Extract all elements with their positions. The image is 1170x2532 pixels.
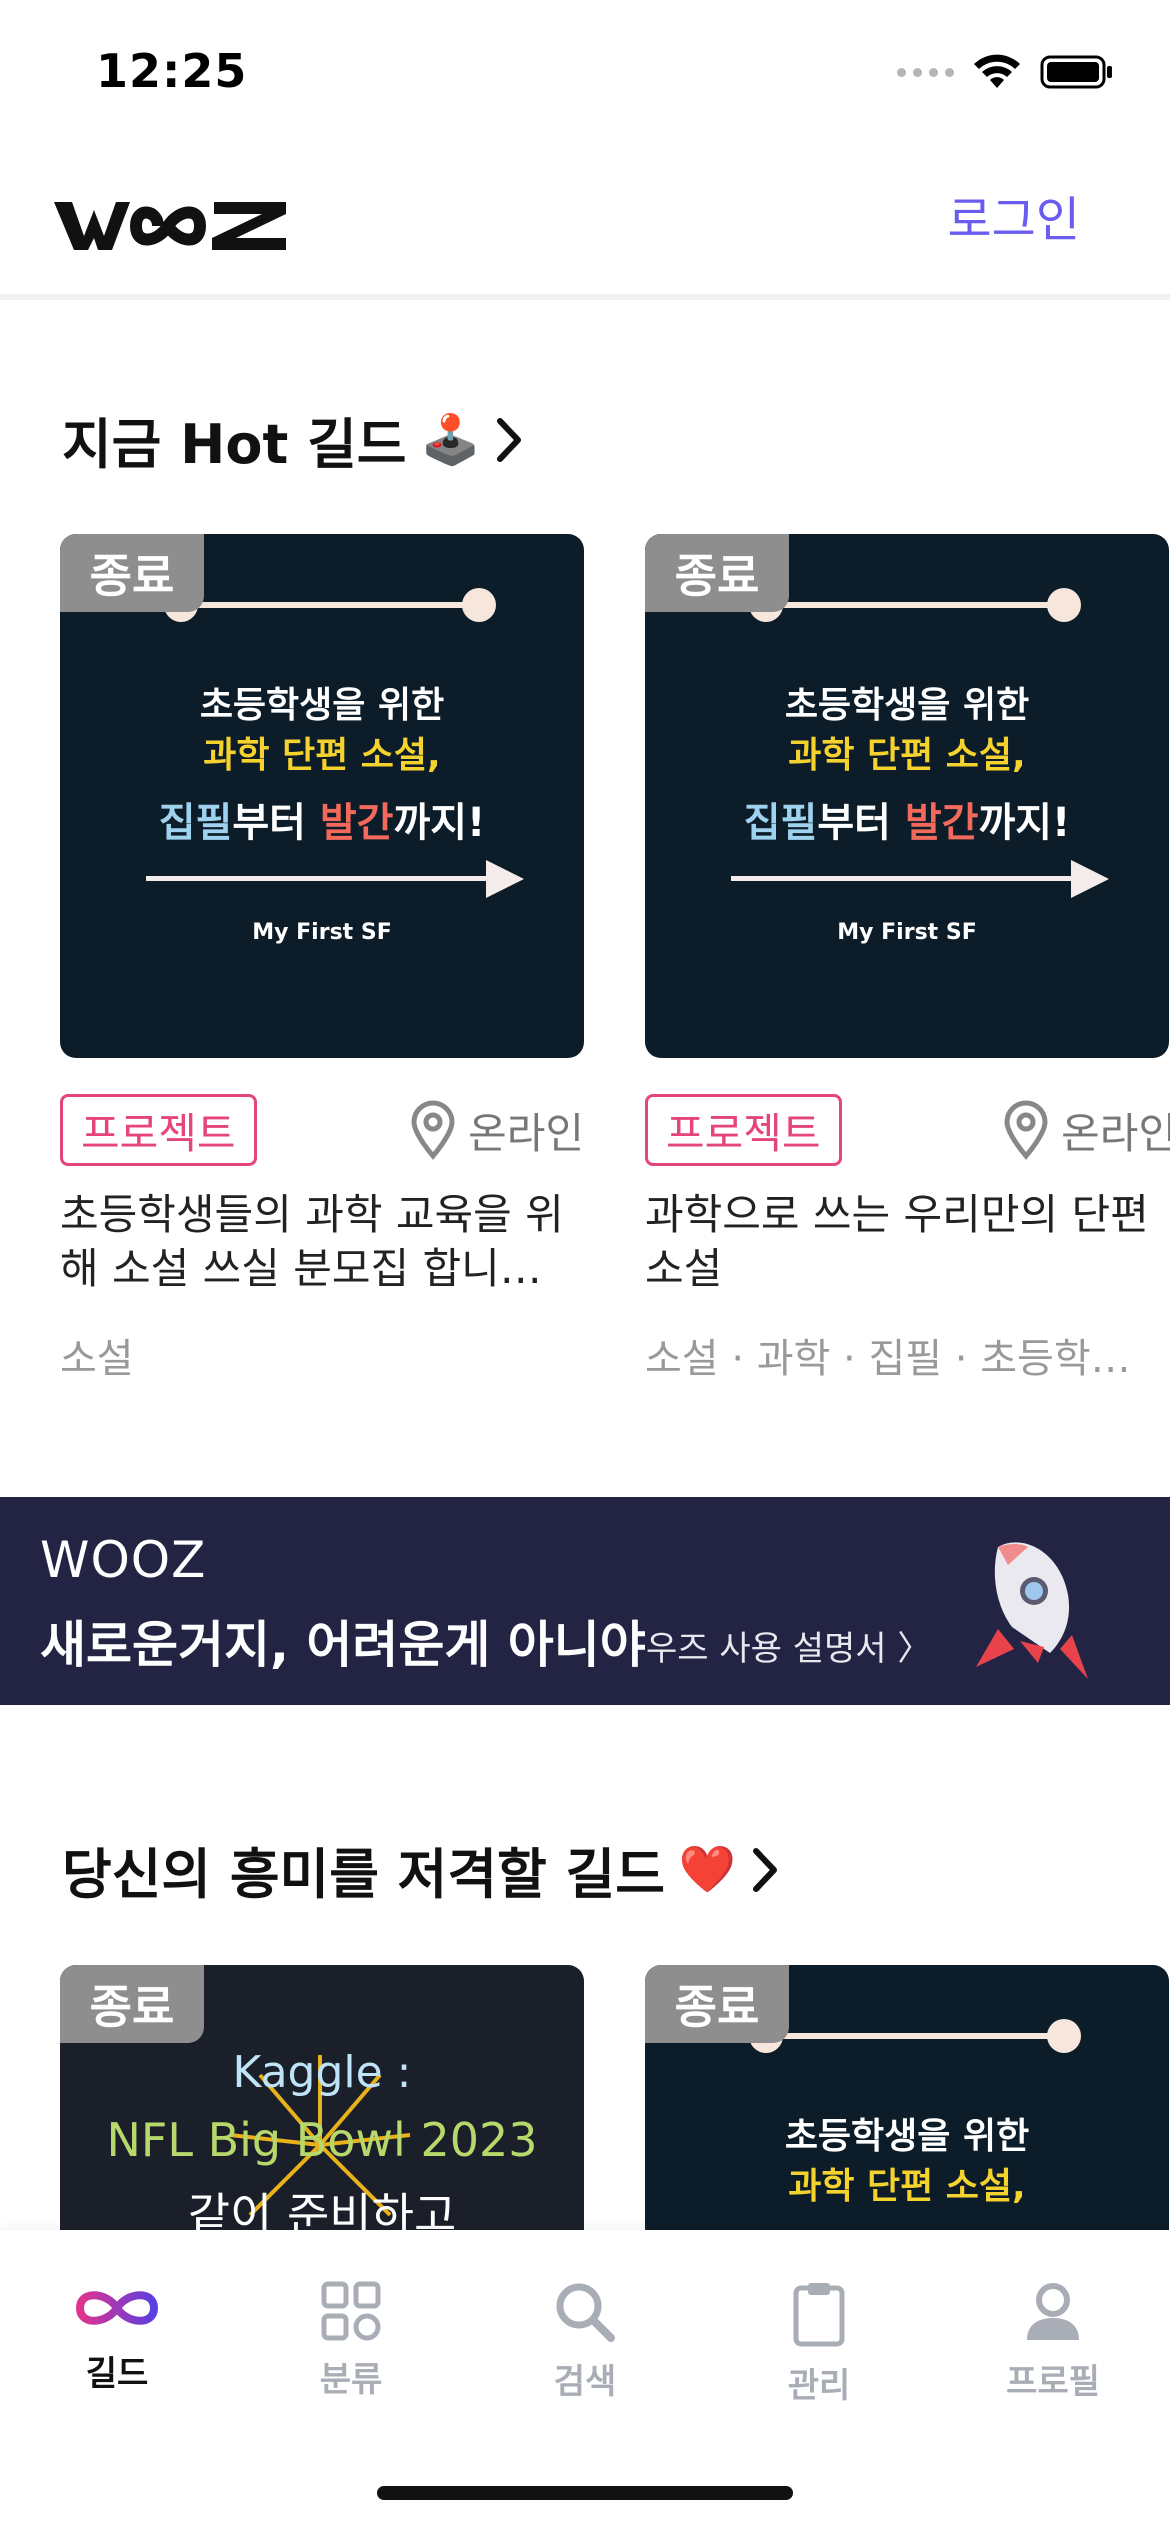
location-label: 온라인	[1061, 1108, 1170, 1158]
tab-search[interactable]: 검색	[468, 2280, 702, 2403]
project-tag: 프로젝트	[645, 1094, 842, 1166]
thumb-caption: My First SF	[837, 920, 977, 945]
thumb-line-2: NFL Big Bowl 2023	[106, 2113, 538, 2167]
tab-label: 길드	[85, 2354, 149, 2394]
thumb-line-3: 집필부터 발간까지!	[158, 800, 486, 846]
thumb-arrow-head	[1071, 860, 1109, 898]
promo-banner[interactable]: WOOZ 새로운거지, 어려운게 아니야 우즈 사용 설명서 〉	[0, 1497, 1170, 1705]
location-pin-icon	[1004, 1100, 1048, 1160]
user-guide-link[interactable]: 우즈 사용 설명서 〉	[646, 1621, 931, 1670]
section-title-text: 지금 Hot 길드	[62, 413, 407, 476]
thumb-line-2: 과학 단편 소설,	[788, 735, 1026, 776]
thumb-line-1: Kaggle :	[232, 2047, 412, 2098]
card-categories: 소설	[60, 1336, 134, 1382]
status-bar: 12:25	[0, 0, 1170, 140]
thumb-arrow	[146, 876, 492, 881]
clipboard-icon	[793, 2283, 845, 2347]
thumb-decor-line	[765, 2033, 1055, 2039]
rocket-icon	[976, 1542, 1088, 1679]
app-header: 로그인	[0, 140, 1170, 300]
thumb-line-1: 초등학생을 위한	[784, 685, 1030, 726]
guild-thumbnail: 종료 초등학생을 위한 과학 단편 소설, 집필부터 발간까지! My Firs…	[645, 534, 1169, 1058]
chevron-right-icon	[753, 1847, 778, 1892]
home-indicator[interactable]	[377, 2486, 793, 2500]
thumb-line-2: 과학 단편 소설,	[788, 2166, 1026, 2207]
joystick-emoji: 🕹️	[420, 412, 481, 468]
wifi-icon	[974, 54, 1020, 88]
ended-badge: 종료	[645, 1965, 789, 2043]
infinity-icon	[75, 2291, 159, 2325]
tab-manage[interactable]: 관리	[702, 2280, 936, 2407]
guild-card[interactable]: 종료 초등학생을 위한 과학 단편 소설, 집필부터 발간까지! My Firs…	[645, 534, 1170, 1384]
location: 온라인	[1003, 1094, 1170, 1166]
heart-emoji: ❤️	[678, 1842, 737, 1896]
thumb-arrow-head	[486, 860, 524, 898]
person-icon	[1027, 2283, 1079, 2340]
interest-guild-section-title[interactable]: 당신의 흥미를 저격할 길드 ❤️	[62, 1830, 780, 1909]
card-meta: 프로젝트 온라인	[60, 1058, 584, 1178]
thumb-line-3: 집필부터 발간까지!	[743, 800, 1071, 846]
ended-badge: 종료	[60, 534, 204, 612]
section-title-text: 당신의 흥미를 저격할 길드	[62, 1843, 665, 1906]
ended-badge: 종료	[645, 534, 789, 612]
card-meta: 프로젝트 온라인	[645, 1058, 1170, 1178]
card-description: 과학으로 쓰는 우리만의 단편소설	[645, 1190, 1149, 1293]
thumb-line-1: 초등학생을 위한	[784, 2116, 1030, 2157]
thumb-line-2: 과학 단편 소설,	[203, 735, 441, 776]
login-link[interactable]: 로그인	[948, 180, 1080, 250]
tab-guild[interactable]: 길드	[0, 2280, 234, 2395]
card-categories: 소설 · 과학 · 집필 · 초등학…	[645, 1336, 1131, 1382]
cellular-signal-icon	[897, 67, 954, 77]
battery-icon	[1040, 55, 1112, 89]
tab-category[interactable]: 분류	[234, 2280, 468, 2401]
thumb-caption: My First SF	[252, 920, 392, 945]
location-pin-icon	[411, 1100, 455, 1160]
guild-thumbnail: 종료 초등학생을 위한 과학 단편 소설, 집필부터 발간까지! My Firs…	[60, 534, 584, 1058]
project-tag: 프로젝트	[60, 1094, 257, 1166]
thumb-decor-line	[180, 602, 470, 608]
thumb-line-1: 초등학생을 위한	[199, 685, 445, 726]
tab-profile[interactable]: 프로필	[936, 2280, 1170, 2403]
guild-card[interactable]: 종료 초등학생을 위한 과학 단편 소설, 집필부터 발간까지! My Firs…	[60, 534, 584, 1384]
thumb-decor-dot	[462, 588, 496, 622]
tab-label: 프로필	[1006, 2362, 1100, 2402]
card-description: 초등학생들의 과학 교육을 위해 소설 쓰실 분모집 합니…	[60, 1190, 564, 1293]
hot-guild-section-title[interactable]: 지금 Hot 길드 🕹️	[62, 400, 524, 479]
tab-label: 관리	[787, 2366, 851, 2406]
chevron-right-icon	[497, 417, 522, 462]
status-icons	[897, 54, 1114, 90]
location: 온라인	[410, 1094, 584, 1166]
thumb-decor-line	[765, 602, 1055, 608]
grid-icon	[321, 2281, 381, 2341]
tab-label: 검색	[553, 2362, 617, 2402]
location-label: 온라인	[468, 1108, 584, 1158]
status-time: 12:25	[96, 44, 248, 98]
search-icon	[556, 2283, 615, 2342]
banner-brand: WOOZ	[40, 1531, 207, 1589]
thumb-decor-dot	[1047, 588, 1081, 622]
wooz-logo[interactable]	[50, 180, 300, 264]
tab-label: 분류	[319, 2360, 383, 2400]
banner-headline: 새로운거지, 어려운게 아니야	[40, 1616, 646, 1674]
ended-badge: 종료	[60, 1965, 204, 2043]
thumb-decor-dot	[1047, 2019, 1081, 2053]
thumb-arrow	[731, 876, 1077, 881]
